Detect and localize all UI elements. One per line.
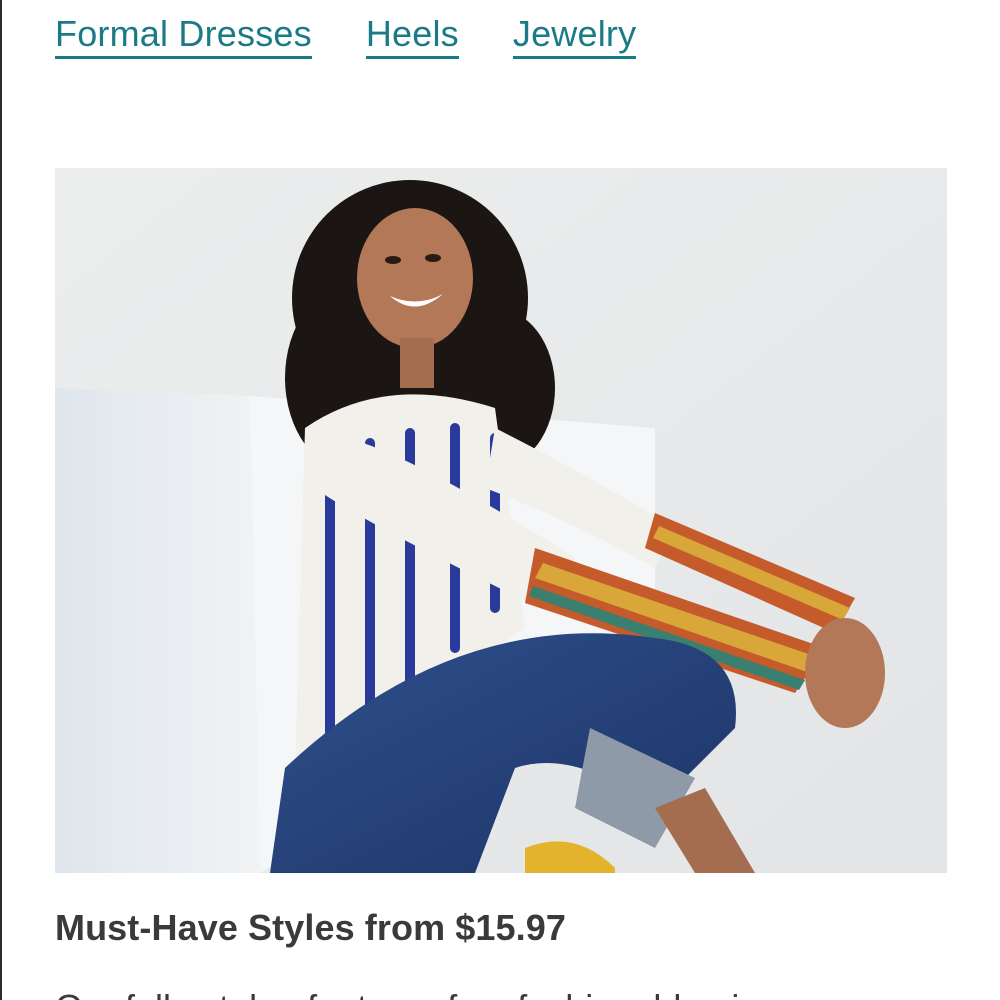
- face: [357, 208, 473, 348]
- promo-image[interactable]: [55, 168, 947, 873]
- category-link-item: Heels: [365, 12, 513, 59]
- promo-photo-illustration: [55, 168, 947, 873]
- category-link-item: Formal Dresses: [55, 12, 366, 59]
- promo-description: Our fall catalog features fun, fashionab…: [55, 982, 815, 1000]
- page: Formal Dresses Heels Jewelry Must-Have S…: [0, 0, 1000, 1000]
- left-border: [0, 0, 2, 1000]
- link-heels[interactable]: Heels: [365, 12, 459, 59]
- link-formal-dresses[interactable]: Formal Dresses: [55, 12, 312, 59]
- cube-left: [55, 388, 260, 873]
- link-jewelry[interactable]: Jewelry: [512, 12, 637, 59]
- hands: [805, 618, 885, 728]
- category-link-item: Jewelry: [512, 12, 690, 59]
- promo-headline[interactable]: Must-Have Styles from $15.97: [55, 902, 566, 954]
- category-links: Formal Dresses Heels Jewelry: [55, 12, 690, 59]
